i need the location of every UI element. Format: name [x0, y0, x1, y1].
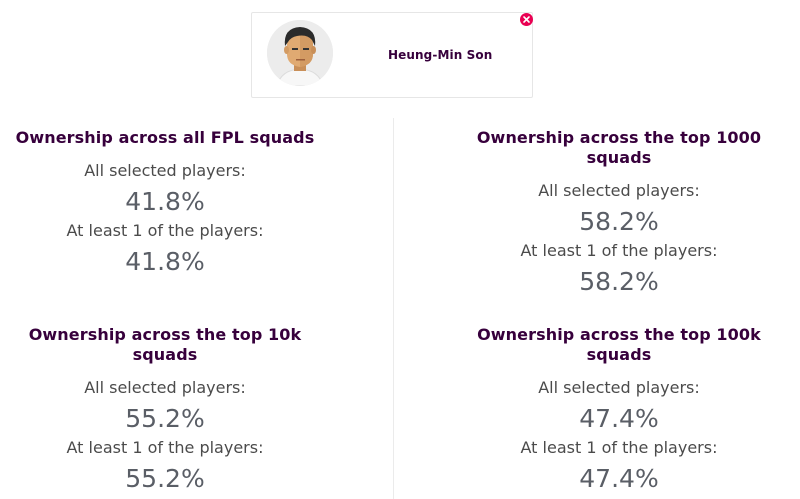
at-least-one-label: At least 1 of the players: — [520, 438, 718, 457]
section-title: Ownership across the top 1000 squads — [476, 128, 762, 167]
all-selected-value: 55.2% — [125, 404, 205, 433]
all-selected-label: All selected players: — [538, 378, 700, 397]
all-selected-label: All selected players: — [84, 378, 246, 397]
at-least-one-label: At least 1 of the players: — [520, 241, 718, 260]
ownership-all-fpl: Ownership across all FPL squads All sele… — [0, 128, 335, 277]
all-selected-label: All selected players: — [538, 181, 700, 200]
remove-player-button[interactable] — [520, 13, 533, 26]
at-least-one-value: 47.4% — [579, 464, 659, 493]
all-selected-value: 58.2% — [579, 207, 659, 236]
section-title: Ownership across all FPL squads — [15, 128, 315, 147]
ownership-top-1000: Ownership across the top 1000 squads All… — [449, 128, 789, 297]
player-card: Heung-Min Son — [251, 12, 533, 98]
ownership-top-10k: Ownership across the top 10k squads All … — [0, 325, 335, 494]
column-divider — [393, 118, 394, 499]
all-selected-label: All selected players: — [84, 161, 246, 180]
player-name: Heung-Min Son — [388, 48, 493, 62]
at-least-one-value: 58.2% — [579, 267, 659, 296]
section-title: Ownership across the top 10k squads — [28, 325, 302, 364]
all-selected-value: 41.8% — [125, 187, 205, 216]
at-least-one-value: 41.8% — [125, 247, 205, 276]
close-icon — [523, 16, 530, 23]
all-selected-value: 47.4% — [579, 404, 659, 433]
ownership-top-100k: Ownership across the top 100k squads All… — [449, 325, 789, 494]
at-least-one-label: At least 1 of the players: — [66, 221, 264, 240]
player-avatar-icon — [267, 20, 333, 86]
at-least-one-label: At least 1 of the players: — [66, 438, 264, 457]
section-title: Ownership across the top 100k squads — [477, 325, 761, 364]
at-least-one-value: 55.2% — [125, 464, 205, 493]
